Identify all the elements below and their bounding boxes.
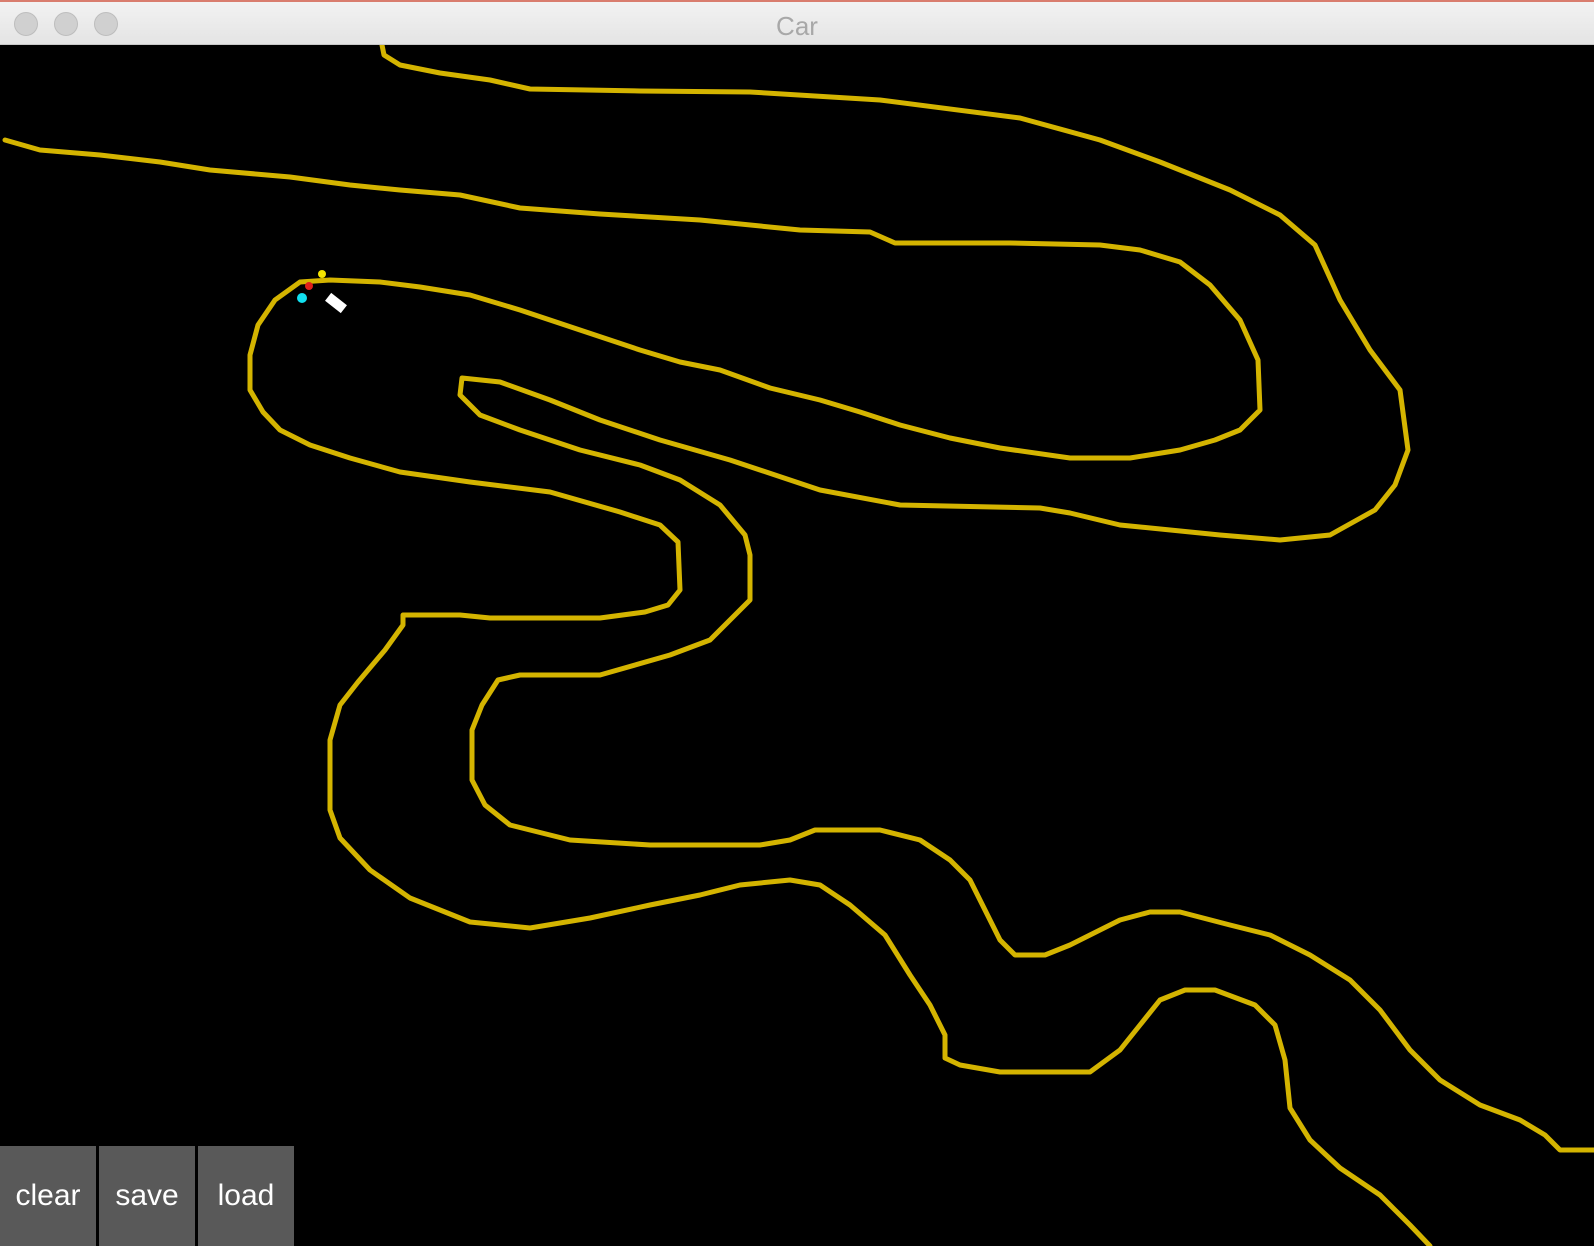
- car: [325, 292, 347, 314]
- button-bar: clear save load: [0, 1146, 297, 1246]
- track-drawing[interactable]: [0, 45, 1594, 1246]
- save-button[interactable]: save: [99, 1146, 195, 1246]
- title-bar[interactable]: Car: [0, 0, 1594, 45]
- sensor-yellow: [318, 270, 326, 278]
- window-title: Car: [776, 11, 818, 41]
- sensor-cyan: [297, 293, 307, 303]
- load-button[interactable]: load: [198, 1146, 294, 1246]
- clear-button[interactable]: clear: [0, 1146, 96, 1246]
- sensor-red: [305, 282, 313, 290]
- track-inner-left-line: [2, 137, 1433, 1246]
- app-window: Car clear save load: [0, 0, 1594, 1246]
- drawing-canvas[interactable]: [0, 45, 1594, 1246]
